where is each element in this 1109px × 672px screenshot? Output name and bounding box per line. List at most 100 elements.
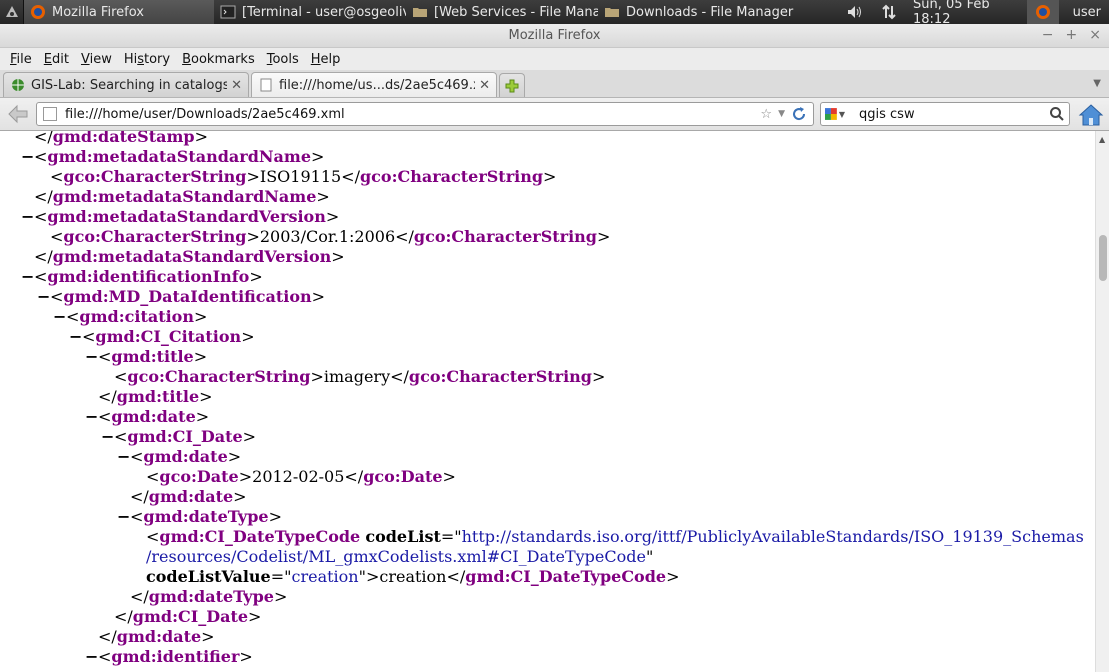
volume-icon[interactable] <box>839 0 873 24</box>
user-menu[interactable]: user <box>1059 0 1109 24</box>
collapse-toggle[interactable]: − <box>101 427 114 447</box>
xml-text: > <box>193 307 208 326</box>
menu-history[interactable]: History <box>118 52 176 67</box>
collapse-toggle[interactable]: − <box>85 647 98 667</box>
tab-bar: GIS-Lab: Searching in catalogs w... ✕ fi… <box>0 70 1109 98</box>
menu-tools[interactable]: Tools <box>261 52 305 67</box>
menu-label: Hi <box>123 51 138 67</box>
search-icon[interactable] <box>1049 106 1065 122</box>
menu-mnemonic: B <box>182 51 192 67</box>
xml-line: − <gmd:date> <box>117 447 241 467</box>
xml-attribute-name: codeList <box>365 527 441 546</box>
task-file-manager-downloads[interactable]: Downloads - File Manager <box>598 0 798 24</box>
xml-text: < <box>146 527 160 546</box>
xml-tag-name: gmd:CI_Date <box>132 607 249 626</box>
close-icon[interactable]: × <box>1089 27 1101 43</box>
tab-label: file:///home/us...ds/2ae5c469.xml <box>279 77 475 93</box>
task-terminal[interactable]: [Terminal - user@osgeoliv... <box>214 0 406 24</box>
vertical-scrollbar[interactable]: ▲ <box>1095 131 1109 672</box>
xml-text: > <box>273 587 288 606</box>
collapse-toggle[interactable]: − <box>53 307 66 327</box>
xml-text: >2003/Cor.1:2006</ <box>246 227 414 246</box>
collapse-toggle[interactable]: − <box>117 447 130 467</box>
xml-text: < <box>146 467 160 486</box>
collapse-toggle[interactable]: − <box>85 347 98 367</box>
site-identity-icon[interactable] <box>43 107 57 121</box>
xml-text: > <box>311 287 326 306</box>
collapse-toggle[interactable]: − <box>117 507 130 527</box>
url-text[interactable]: file:///home/user/Downloads/2ae5c469.xml <box>65 107 345 122</box>
tab-close-icon[interactable]: ✕ <box>479 78 490 93</box>
tab-xml-file[interactable]: file:///home/us...ds/2ae5c469.xml ✕ <box>251 72 497 97</box>
tab-close-icon[interactable]: ✕ <box>231 78 242 93</box>
history-dropdown-chevron-down-icon[interactable]: ▼ <box>778 109 785 119</box>
scroll-up-arrow-icon[interactable]: ▲ <box>1099 135 1105 144</box>
xml-tag-name: gmd:identificationInfo <box>47 267 250 286</box>
menu-label: iew <box>89 51 112 67</box>
task-file-manager-web-services[interactable]: [Web Services - File Manag... <box>406 0 598 24</box>
menu-help[interactable]: Help <box>305 52 347 67</box>
maximize-icon[interactable]: + <box>1066 27 1078 43</box>
clock[interactable]: Sun, 05 Feb 18:12 <box>905 0 1027 27</box>
xml-tag-name: gco:CharacterString <box>413 227 597 246</box>
new-tab-button[interactable] <box>499 73 525 97</box>
xml-attribute-name: codeListValue <box>146 567 271 586</box>
xml-tag-name: gmd:CI_Date <box>127 427 243 446</box>
collapse-toggle[interactable]: − <box>21 147 34 167</box>
folder-icon <box>413 8 427 17</box>
collapse-toggle[interactable]: − <box>69 327 82 347</box>
bookmark-star-icon[interactable]: ☆ <box>760 107 772 122</box>
collapse-toggle[interactable]: − <box>21 207 34 227</box>
xml-text: </ <box>34 247 53 266</box>
xml-line: − <gmd:identificationInfo> <box>21 267 263 287</box>
xml-text: </ <box>130 587 149 606</box>
xml-tag-name: gmd:date <box>143 447 228 466</box>
menu-mnemonic: V <box>80 51 90 67</box>
back-arrow-icon <box>8 104 28 124</box>
xml-line: </gmd:metadataStandardVersion> <box>34 247 345 267</box>
menu-bookmarks[interactable]: Bookmarks <box>176 52 261 67</box>
menu-label: ookmarks <box>191 51 255 67</box>
menu-mnemonic: E <box>43 51 52 67</box>
xml-text: > <box>331 247 345 266</box>
xml-line: − <gmd:CI_Date> <box>101 427 256 447</box>
search-input[interactable]: qgis csw <box>859 107 915 122</box>
xml-text: < <box>50 287 64 306</box>
xml-tag-name: gmd:date <box>116 627 202 646</box>
xml-line: − <gmd:title> <box>85 347 207 367</box>
search-bar[interactable]: ▼ qgis csw <box>820 102 1070 126</box>
menu-edit[interactable]: Edit <box>38 52 75 67</box>
xml-text: ">creation</ <box>358 567 466 586</box>
xml-text: < <box>114 427 128 446</box>
xml-text: > <box>666 567 680 586</box>
menu-mnemonic: s <box>137 51 144 67</box>
reload-icon[interactable] <box>791 106 807 122</box>
menu-file[interactable]: File <box>4 52 38 67</box>
back-button[interactable] <box>4 102 32 126</box>
tab-list-chevron-down-icon[interactable]: ▼ <box>1093 78 1101 89</box>
applications-menu-button[interactable] <box>0 0 24 24</box>
collapse-toggle[interactable]: − <box>21 267 34 287</box>
tab-gis-lab[interactable]: GIS-Lab: Searching in catalogs w... ✕ <box>3 72 249 97</box>
scrollbar-thumb[interactable] <box>1099 235 1107 281</box>
collapse-toggle[interactable]: − <box>37 287 50 307</box>
minimize-icon[interactable]: − <box>1042 27 1054 43</box>
url-bar[interactable]: file:///home/user/Downloads/2ae5c469.xml… <box>36 102 814 126</box>
xml-line: − <gmd:citation> <box>53 307 208 327</box>
firefox-tray-icon[interactable] <box>1027 0 1059 24</box>
xml-text: < <box>130 447 144 466</box>
xml-text: > <box>195 407 210 426</box>
home-button[interactable] <box>1078 103 1104 127</box>
network-icon[interactable] <box>873 0 905 24</box>
collapse-toggle[interactable]: − <box>85 407 98 427</box>
xml-line: </gmd:date> <box>130 487 247 507</box>
menu-label: tory <box>144 51 171 67</box>
search-engine-google-icon[interactable]: ▼ <box>825 106 845 122</box>
menu-bar: File Edit View History Bookmarks Tools H… <box>0 48 1109 70</box>
task-firefox[interactable]: Mozilla Firefox <box>24 0 214 24</box>
menu-label: ools <box>272 51 299 67</box>
menu-view[interactable]: View <box>75 52 118 67</box>
xml-tag-name: gmd:MD_DataIdentification <box>63 287 312 306</box>
xml-text: > <box>543 167 557 186</box>
xml-line: </gmd:title> <box>98 387 213 407</box>
